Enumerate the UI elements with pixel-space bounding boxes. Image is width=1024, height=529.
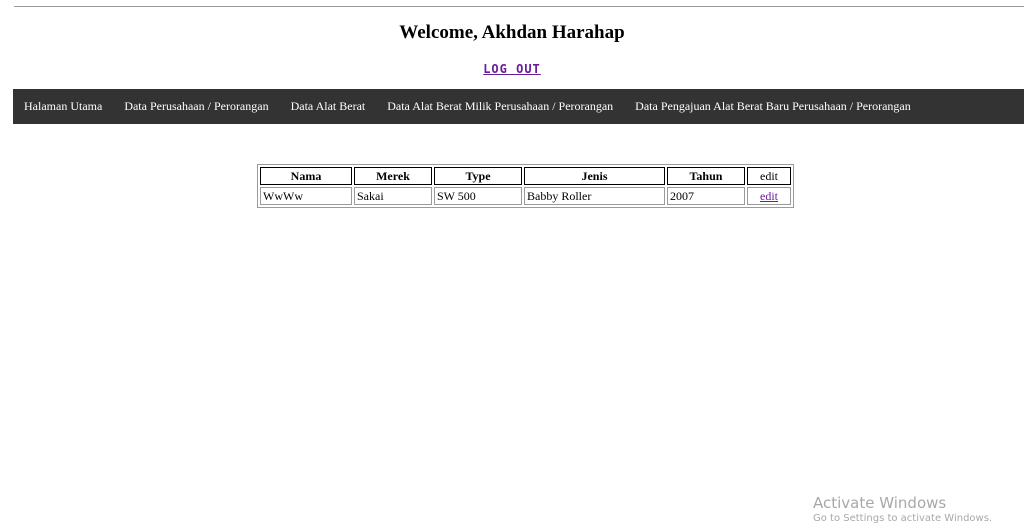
column-header-type: Type [434,167,522,185]
nav-item-data-perusahaan[interactable]: Data Perusahaan / Perorangan [124,99,268,114]
main-navbar: Halaman Utama Data Perusahaan / Perorang… [13,89,1024,124]
welcome-heading: Welcome, Akhdan Harahap [399,22,625,43]
table-header-row: Nama Merek Type Jenis Tahun edit [260,167,791,185]
logout-container: LOG OUT [0,60,1024,78]
cell-edit: edit [747,187,791,205]
alat-berat-table: Nama Merek Type Jenis Tahun edit WwWw Sa… [257,164,794,208]
nav-item-data-alat-berat-milik[interactable]: Data Alat Berat Milik Perusahaan / Peror… [387,99,613,114]
cell-merek: Sakai [354,187,432,205]
nav-item-data-alat-berat[interactable]: Data Alat Berat [291,99,366,114]
logout-link[interactable]: LOG OUT [483,62,541,76]
cell-type: SW 500 [434,187,522,205]
page: Welcome, Akhdan Harahap LOG OUT Halaman … [0,0,1024,529]
activate-windows-watermark: Activate Windows Go to Settings to activ… [813,494,992,526]
column-header-nama: Nama [260,167,352,185]
edit-link[interactable]: edit [760,189,778,203]
column-header-tahun: Tahun [667,167,745,185]
top-divider [14,6,1024,7]
cell-tahun: 2007 [667,187,745,205]
table-container: Nama Merek Type Jenis Tahun edit WwWw Sa… [257,164,794,208]
table-row: WwWw Sakai SW 500 Babby Roller 2007 edit [260,187,791,205]
nav-item-halaman-utama[interactable]: Halaman Utama [24,99,102,114]
watermark-title: Activate Windows [813,494,947,512]
watermark-subtitle: Go to Settings to activate Windows. [813,513,993,524]
column-header-edit: edit [747,167,791,185]
column-header-merek: Merek [354,167,432,185]
cell-jenis: Babby Roller [524,187,665,205]
column-header-jenis: Jenis [524,167,665,185]
cell-nama: WwWw [260,187,352,205]
nav-item-data-pengajuan[interactable]: Data Pengajuan Alat Berat Baru Perusahaa… [635,99,911,114]
